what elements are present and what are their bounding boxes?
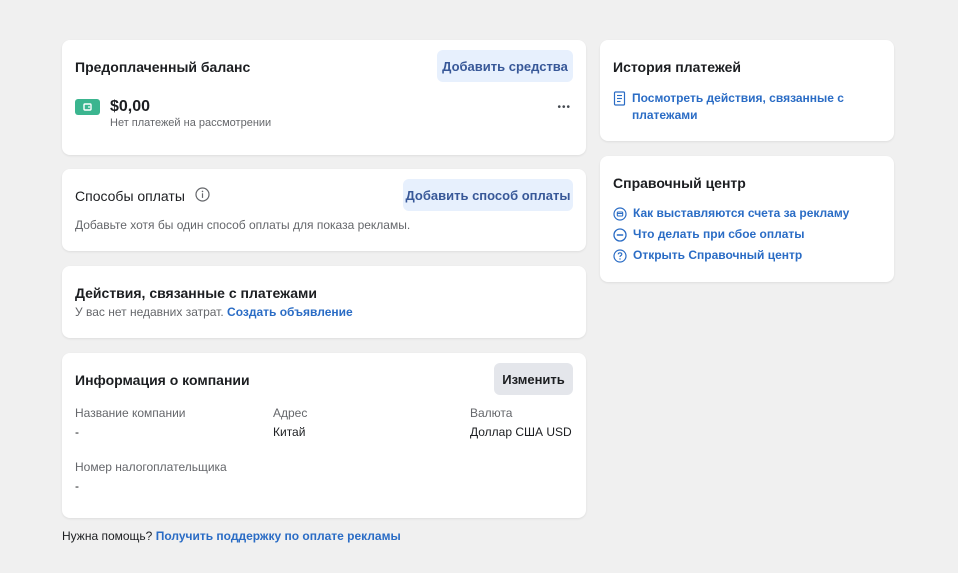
more-options-button[interactable]: ••• bbox=[557, 102, 571, 113]
payment-activity-card: Действия, связанные с платежами У вас не… bbox=[62, 266, 586, 338]
help-center-title: Справочный центр bbox=[613, 175, 746, 191]
info-icon[interactable] bbox=[195, 187, 210, 207]
payment-methods-card: Способы оплаты Добавить способ оплаты До… bbox=[62, 169, 586, 251]
create-ad-link[interactable]: Создать объявление bbox=[227, 305, 353, 319]
add-payment-method-button[interactable]: Добавить способ оплаты bbox=[403, 179, 573, 211]
help-text: Нужна помощь? bbox=[62, 529, 153, 543]
billing-icon bbox=[613, 207, 627, 221]
prepaid-balance-card: Предоплаченный баланс Добавить средства … bbox=[62, 40, 586, 155]
receipt-icon bbox=[613, 91, 626, 106]
no-spend-text: У вас нет недавних затрат. bbox=[75, 305, 224, 319]
minus-circle-icon bbox=[613, 228, 627, 242]
prepaid-balance-title: Предоплаченный баланс bbox=[75, 59, 251, 75]
question-circle-icon bbox=[613, 249, 627, 263]
address-value: Китай bbox=[273, 425, 306, 439]
company-name-value: - bbox=[75, 425, 79, 439]
balance-amount: $0,00 bbox=[110, 98, 151, 115]
company-info-card: Информация о компании Изменить Название … bbox=[62, 353, 586, 518]
payment-history-card: История платежей Посмотреть действия, св… bbox=[600, 40, 894, 141]
payment-failure-link[interactable]: Что делать при сбое оплаты bbox=[613, 227, 805, 242]
payment-history-title: История платежей bbox=[613, 59, 742, 75]
payment-activity-title: Действия, связанные с платежами bbox=[75, 285, 317, 301]
tax-id-value: - bbox=[75, 479, 79, 493]
open-help-center-label: Открыть Справочный центр bbox=[633, 248, 803, 262]
currency-value: Доллар США USD bbox=[470, 425, 572, 439]
currency-label: Валюта bbox=[470, 406, 513, 420]
payment-failure-label: Что делать при сбое оплаты bbox=[633, 227, 805, 241]
payment-methods-description: Добавьте хотя бы один способ оплаты для … bbox=[75, 218, 411, 232]
view-payment-activity-label: Посмотреть действия, связанные с платежа… bbox=[632, 91, 844, 122]
billing-help-label: Как выставляются счета за рекламу bbox=[633, 206, 850, 220]
billing-help-link[interactable]: Как выставляются счета за рекламу bbox=[613, 206, 849, 221]
company-info-title: Информация о компании bbox=[75, 372, 250, 388]
address-label: Адрес bbox=[273, 406, 308, 420]
help-footer: Нужна помощь? Получить поддержку по опла… bbox=[62, 529, 401, 543]
activity-text-row: У вас нет недавних затрат. Создать объяв… bbox=[75, 305, 353, 319]
payment-methods-title: Способы оплаты bbox=[75, 188, 185, 204]
wallet-icon bbox=[75, 99, 100, 115]
help-center-card: Справочный центр Как выставляются счета … bbox=[600, 156, 894, 282]
add-funds-button[interactable]: Добавить средства bbox=[437, 50, 573, 82]
view-payment-activity-link[interactable]: Посмотреть действия, связанные с платежа… bbox=[613, 90, 873, 124]
company-name-label: Название компании bbox=[75, 406, 186, 420]
tax-id-label: Номер налогоплательщика bbox=[75, 460, 227, 474]
pending-payments-text: Нет платежей на рассмотрении bbox=[110, 117, 272, 129]
payment-support-link[interactable]: Получить поддержку по оплате рекламы bbox=[156, 529, 401, 543]
open-help-center-link[interactable]: Открыть Справочный центр bbox=[613, 248, 802, 263]
edit-company-button[interactable]: Изменить bbox=[494, 363, 573, 395]
